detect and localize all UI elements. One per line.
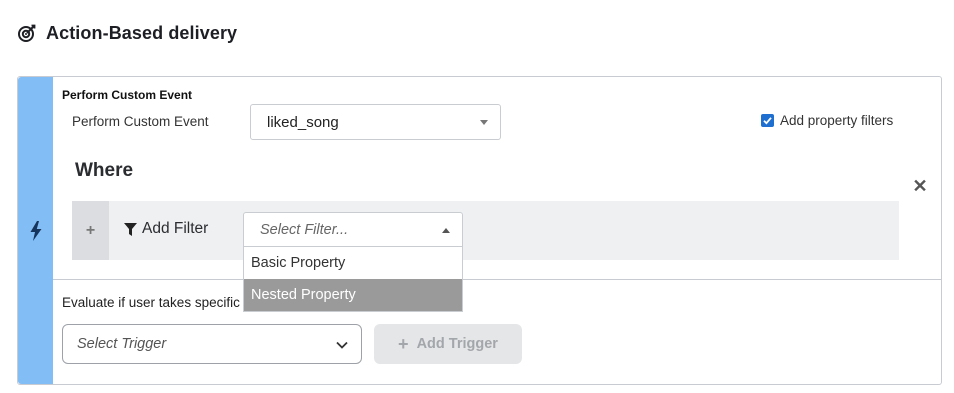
add-trigger-button[interactable]: + Add Trigger <box>374 324 522 364</box>
chevron-down-icon <box>336 341 348 349</box>
filter-select[interactable]: Select Filter... <box>243 212 463 247</box>
filter-dropdown-menu: Basic Property Nested Property <box>243 247 463 312</box>
filter-row: + Add Filter <box>72 201 899 260</box>
property-filters-label: Add property filters <box>780 113 894 128</box>
checkmark-icon <box>763 117 772 125</box>
filter-select-placeholder: Select Filter... <box>260 222 349 238</box>
custom-event-select[interactable]: liked_song <box>250 104 501 140</box>
filter-option-nested-property[interactable]: Nested Property <box>244 279 462 311</box>
trigger-select-placeholder: Select Trigger <box>77 336 167 352</box>
page-title: Action-Based delivery <box>46 22 238 43</box>
event-heading: Perform Custom Event <box>62 88 193 102</box>
add-trigger-label: Add Trigger <box>416 336 498 352</box>
caret-up-icon <box>442 228 450 233</box>
caret-down-icon <box>480 120 488 125</box>
custom-event-value: liked_song <box>267 114 339 131</box>
property-filters-checkbox[interactable] <box>761 114 774 127</box>
add-property-filters-toggle[interactable]: Add property filters <box>761 113 893 128</box>
trigger-select[interactable]: Select Trigger <box>62 324 362 364</box>
lightning-bolt-icon <box>30 220 41 241</box>
close-icon[interactable]: ✕ <box>912 176 927 196</box>
evaluate-trigger-text: Evaluate if user takes specific <box>62 295 240 310</box>
filter-option-basic-property[interactable]: Basic Property <box>244 247 462 279</box>
action-card: Perform Custom Event Perform Custom Even… <box>17 76 942 385</box>
add-filter-label: Add Filter <box>142 220 209 237</box>
target-icon <box>17 23 37 43</box>
event-field-label: Perform Custom Event <box>72 114 209 129</box>
action-type-stripe <box>18 77 53 384</box>
plus-icon: + <box>398 333 409 354</box>
funnel-icon <box>124 222 137 236</box>
add-condition-button[interactable]: + <box>72 201 109 260</box>
section-divider <box>53 279 942 280</box>
add-filter-label-group: Add Filter <box>124 220 208 238</box>
where-heading: Where <box>75 160 134 181</box>
page-header: Action-Based delivery <box>17 20 237 46</box>
